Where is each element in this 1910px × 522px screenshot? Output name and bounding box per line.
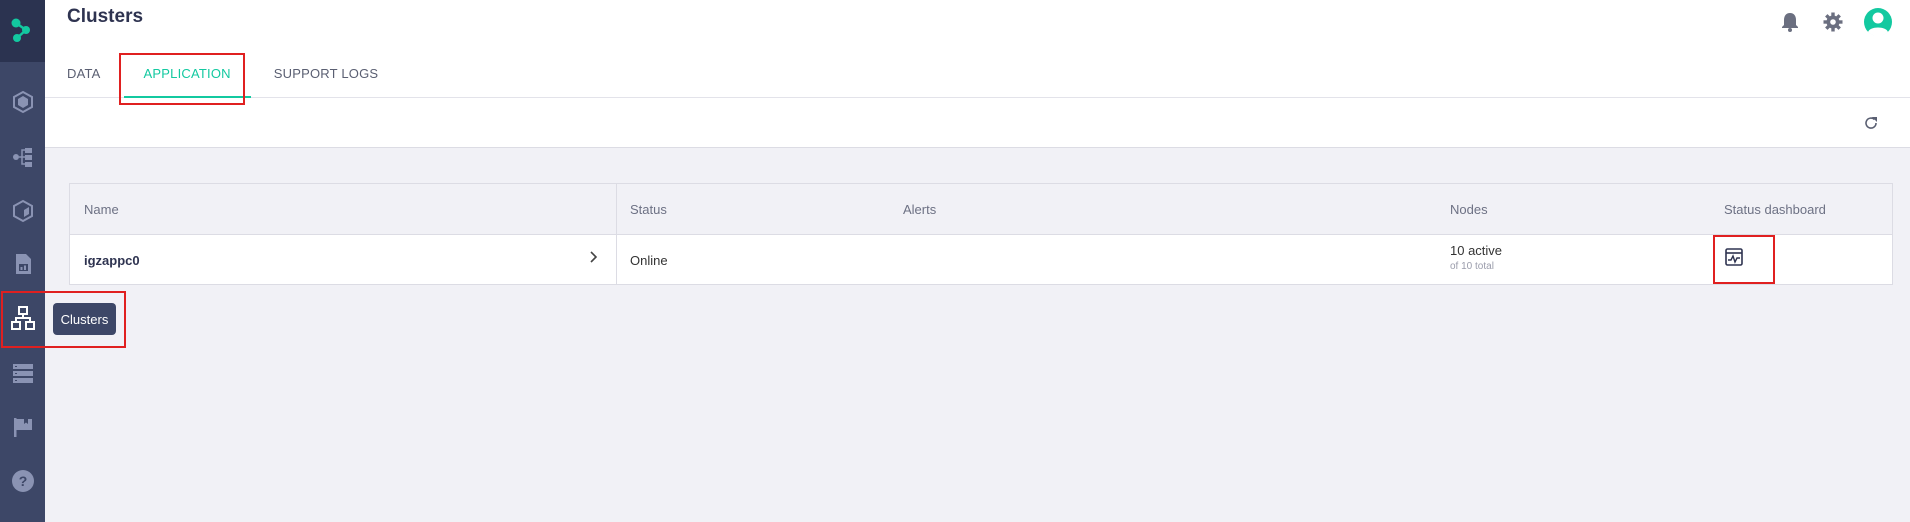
clusters-table: Name Status Alerts Nodes Status dashboar… — [69, 183, 1893, 285]
dashboard-icon — [1725, 248, 1743, 266]
sidebar-item-events[interactable] — [0, 405, 45, 449]
svg-text:?: ? — [18, 473, 27, 489]
help-icon: ? — [11, 470, 34, 492]
sidebar-item-storage[interactable] — [0, 351, 45, 395]
report-icon — [15, 254, 31, 274]
clusters-icon — [10, 306, 35, 330]
column-header-status[interactable]: Status — [630, 202, 667, 217]
column-header-status-dashboard[interactable]: Status dashboard — [1724, 202, 1826, 217]
sidebar-item-reports[interactable] — [0, 242, 45, 286]
logo-icon — [11, 18, 30, 42]
logo[interactable] — [0, 0, 45, 62]
header-actions — [1761, 6, 1894, 38]
chevron-right-icon — [590, 251, 598, 263]
table-header: Name Status Alerts Nodes Status dashboar… — [70, 184, 1892, 235]
column-header-nodes[interactable]: Nodes — [1450, 202, 1488, 217]
flag-icon — [13, 418, 32, 437]
toolbar — [45, 98, 1910, 148]
column-header-name[interactable]: Name — [84, 202, 119, 217]
pipelines-icon — [12, 148, 32, 167]
table-row[interactable]: igzappc0 Online 10 active of 10 total — [70, 235, 1892, 284]
page-title: Clusters — [67, 6, 144, 27]
nodes-total: of 10 total — [1450, 261, 1494, 272]
cluster-status: Online — [630, 253, 668, 268]
tab-data[interactable]: DATA — [67, 66, 101, 98]
refresh-button[interactable] — [1860, 112, 1882, 134]
sidebar-item-functions[interactable] — [0, 189, 45, 233]
settings-button[interactable] — [1819, 8, 1847, 36]
nodes-active: 10 active — [1450, 243, 1503, 258]
page-header: Clusters DATA APPLICATION SUPPORT LOGS — [45, 0, 1910, 98]
gear-icon — [1823, 12, 1843, 32]
tab-bar: DATA APPLICATION SUPPORT LOGS — [67, 66, 421, 98]
expand-row-button[interactable] — [589, 250, 599, 267]
sidebar-item-clusters[interactable] — [0, 296, 45, 340]
clusters-tooltip: Clusters — [53, 303, 116, 335]
column-header-alerts[interactable]: Alerts — [903, 202, 936, 217]
tab-application[interactable]: APPLICATION — [123, 66, 252, 98]
user-menu-button[interactable] — [1862, 6, 1894, 38]
notifications-button[interactable] — [1776, 8, 1804, 36]
cube-icon — [12, 199, 33, 223]
list-icon — [12, 364, 33, 383]
status-dashboard-button[interactable] — [1725, 248, 1743, 269]
user-avatar-icon — [1864, 8, 1892, 37]
sidebar-item-pipelines[interactable] — [0, 135, 45, 179]
cluster-name[interactable]: igzappc0 — [84, 253, 140, 268]
sidebar: ? — [0, 0, 45, 522]
tab-support-logs[interactable]: SUPPORT LOGS — [274, 66, 379, 98]
hexagon-icon — [12, 90, 33, 114]
cluster-nodes: 10 active of 10 total — [1450, 243, 1502, 272]
sidebar-item-projects[interactable] — [0, 80, 45, 124]
bell-icon — [1782, 13, 1798, 32]
refresh-icon — [1865, 117, 1877, 129]
sidebar-item-help[interactable]: ? — [0, 459, 45, 503]
